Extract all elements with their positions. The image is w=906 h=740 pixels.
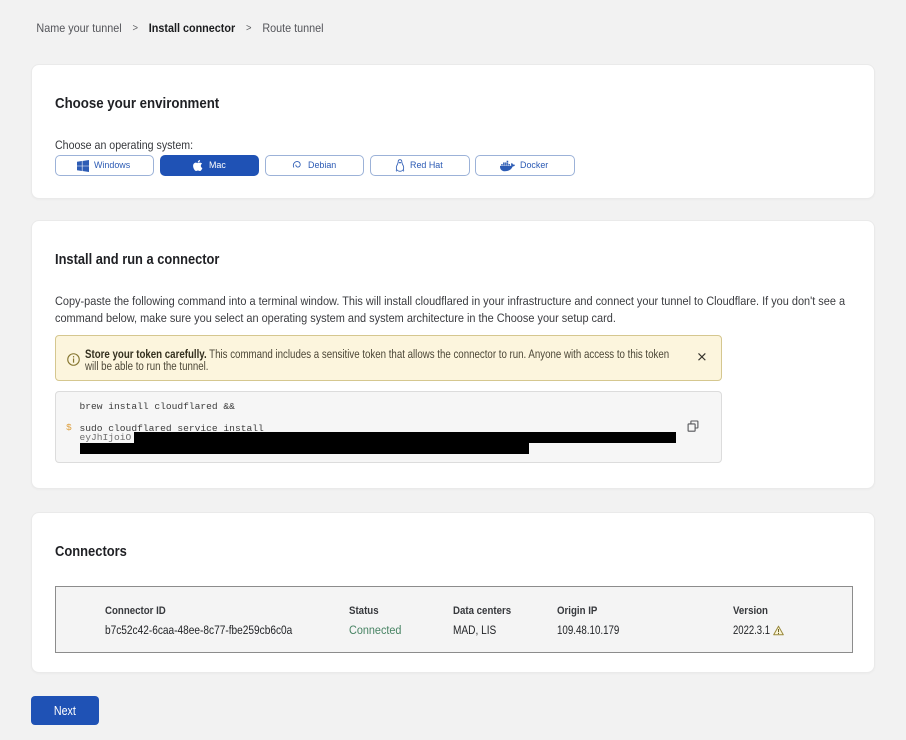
connector-datacenters-cell: MAD, LIS (453, 623, 557, 637)
connector-version-cell: 2022.3.1 (733, 623, 852, 637)
os-button-mac[interactable]: Mac (160, 155, 259, 176)
connector-version-text: 2022.3.1 (733, 623, 770, 637)
os-button-label: Docker (520, 160, 548, 171)
os-select-label: Choose an operating system: (55, 138, 846, 152)
connectors-card: Connectors Connector ID Status Data cent… (31, 512, 875, 674)
col-connector-id-text: Connector ID (105, 605, 166, 617)
close-icon[interactable]: × (696, 351, 707, 364)
connector-datacenters-text: MAD, LIS (453, 623, 496, 637)
apple-icon (193, 159, 204, 172)
code-line-brew: brew install cloudflared && (80, 402, 722, 412)
connectors-card-title: Connectors (55, 544, 846, 560)
os-button-docker[interactable]: Docker (475, 155, 574, 176)
token-warning-banner: Store your token carefully. This command… (55, 335, 722, 382)
connector-row: b7c52c42-6caa-48ee-8c77-fbe259cb6c0a Con… (56, 623, 852, 637)
connector-id-text: b7c52c42-6caa-48ee-8c77-fbe259cb6c0a (105, 623, 292, 637)
redacted-token-bar-1 (134, 432, 676, 443)
connectors-card-title-text: Connectors (55, 544, 127, 560)
col-status: Status (349, 605, 453, 617)
install-connector-card: Install and run a connector Copy-paste t… (31, 220, 875, 490)
linux-icon (395, 159, 405, 172)
token-prefix: eyJhIjoiO (80, 432, 132, 443)
redacted-token-bar-2 (80, 443, 529, 455)
col-origin-ip: Origin IP (557, 605, 733, 617)
os-button-red-hat[interactable]: Red Hat (370, 155, 469, 176)
windows-icon (77, 160, 89, 172)
install-command-codeblock: brew install cloudflared &&sudo cloudfla… (55, 391, 722, 463)
os-button-windows[interactable]: Windows (55, 155, 154, 176)
col-origin-ip-text: Origin IP (557, 605, 597, 617)
os-button-label: Mac (209, 160, 226, 171)
breadcrumb-step-name-your-tunnel[interactable]: Name your tunnel (36, 21, 121, 35)
debian-icon (292, 160, 303, 171)
col-connector-id: Connector ID (56, 605, 349, 617)
os-button-label: Windows (94, 160, 130, 171)
warning-triangle-icon (773, 625, 784, 636)
install-card-title-text: Install and run a connector (55, 252, 219, 268)
col-data-centers: Data centers (453, 605, 557, 617)
environment-card-title-text: Choose your environment (55, 96, 219, 112)
connector-originip-cell: 109.48.10.179 (557, 623, 733, 637)
connector-status-text: Connected (349, 623, 401, 637)
connector-status-cell: Connected (349, 623, 453, 637)
breadcrumb-separator: > (132, 22, 138, 34)
breadcrumb-step-route-tunnel[interactable]: Route tunnel (262, 21, 323, 35)
install-card-title: Install and run a connector (55, 252, 846, 268)
breadcrumb-step-install-connector[interactable]: Install connector (149, 21, 235, 35)
terminal-prompt: $ (66, 423, 72, 433)
install-description: Copy-paste the following command into a … (55, 293, 849, 327)
col-status-text: Status (349, 605, 379, 617)
breadcrumb-separator: > (246, 22, 252, 34)
choose-environment-card: Choose your environment Choose an operat… (31, 64, 875, 199)
col-data-centers-text: Data centers (453, 605, 511, 617)
warning-text: Store your token carefully. This command… (85, 348, 672, 372)
connectors-table-header: Connector ID Status Data centers Origin … (56, 605, 852, 617)
col-version: Version (733, 605, 852, 617)
os-select-label-text: Choose an operating system: (55, 138, 193, 152)
environment-card-title: Choose your environment (55, 96, 846, 112)
next-button-label: Next (54, 704, 76, 718)
copy-icon[interactable] (687, 420, 699, 435)
col-version-text: Version (733, 605, 768, 617)
os-button-label: Red Hat (410, 160, 443, 171)
next-button[interactable]: Next (31, 696, 99, 725)
info-icon (67, 353, 80, 368)
connector-originip-text: 109.48.10.179 (557, 623, 619, 637)
breadcrumb: Name your tunnel > Install connector > R… (31, 0, 791, 35)
os-button-debian[interactable]: Debian (265, 155, 364, 176)
connectors-table: Connector ID Status Data centers Origin … (55, 586, 853, 654)
os-button-label: Debian (308, 160, 336, 171)
connector-id-cell: b7c52c42-6caa-48ee-8c77-fbe259cb6c0a (56, 623, 349, 637)
os-button-group: Windows Mac Debian Red Hat Docker (55, 155, 846, 176)
docker-icon (500, 160, 515, 172)
